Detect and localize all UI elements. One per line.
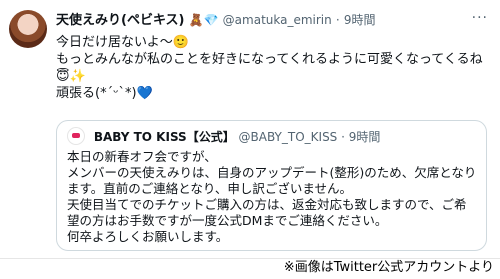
quote-avatar[interactable]: [67, 127, 85, 145]
quote-timestamp: 9時間: [348, 130, 381, 144]
display-name[interactable]: 天使えみり(ペビキス): [56, 13, 185, 28]
more-options-icon[interactable]: ···: [472, 10, 488, 26]
tweet-line: 😇✨: [56, 69, 86, 84]
quote-line: 天使目当てでのチケットご購入の方は、返金対応も致しますので、ご希: [67, 197, 467, 212]
quote-line: メンバーの天使えみりは、自身のアップデート(整形)のため、欠席となり: [67, 165, 477, 180]
tweet-line: もっとみんなが私のことを好きになってくれるように可愛くなってくるね: [56, 52, 483, 67]
quote-line: ます。直前のご連絡となり、申し訳ございません。: [67, 181, 353, 196]
tweet-card[interactable]: 天使えみり(ペビキス) 🧸💎 @amatuka_emirin · 9時間 ···…: [0, 0, 500, 259]
tweet-line: 頑張る(*ˊᵕˋ*)💙: [56, 86, 153, 101]
quote-line: 望の方はお手数ですが一度公式DMまでご連絡ください。: [67, 213, 388, 228]
quote-tweet[interactable]: BABY TO KISS【公式】 @BABY_TO_KISS · 9時間 本日の…: [56, 120, 487, 251]
quote-text: 本日の新春オフ会ですが、 メンバーの天使えみりは、自身のアップデート(整形)のた…: [67, 149, 482, 245]
image-credit: ※画像はTwitter公式アカウントより: [283, 260, 494, 275]
quote-line: 何卒よろしくお願いします。: [67, 229, 229, 244]
quote-header: BABY TO KISS【公式】 @BABY_TO_KISS · 9時間: [67, 127, 380, 145]
timestamp[interactable]: 9時間: [344, 13, 376, 27]
quote-handle: @BABY_TO_KISS: [238, 130, 338, 144]
tweet-line: 今日だけ居ないよ〜🙂: [56, 35, 189, 50]
handle[interactable]: @amatuka_emirin: [223, 13, 332, 27]
quote-display-name: BABY TO KISS【公式】: [93, 130, 235, 144]
quote-line: 本日の新春オフ会ですが、: [67, 149, 217, 164]
quote-separator-dot: ·: [341, 130, 345, 144]
tweet-header: 天使えみり(ペビキス) 🧸💎 @amatuka_emirin · 9時間: [56, 12, 376, 29]
tweet-text: 今日だけ居ないよ〜🙂 もっとみんなが私のことを好きになってくれるように可愛くなっ…: [56, 34, 486, 102]
avatar[interactable]: [9, 10, 47, 48]
separator-dot: ·: [335, 13, 340, 27]
name-emojis: 🧸💎: [188, 13, 219, 27]
